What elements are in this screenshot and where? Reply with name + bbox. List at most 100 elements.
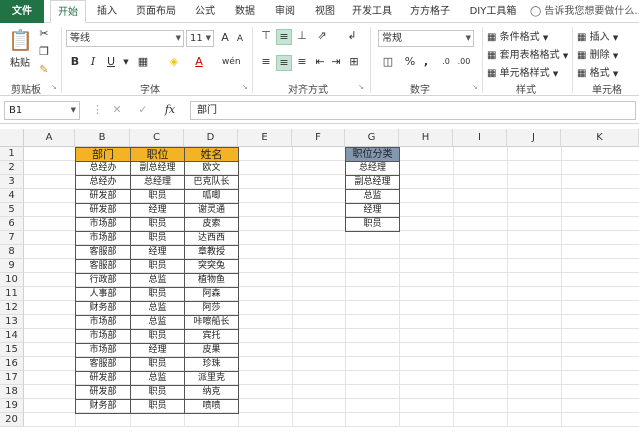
clipboard-launcher-icon[interactable]: ↘ [51, 83, 57, 91]
font-name-combo[interactable]: 等线 ▼ [66, 30, 184, 47]
row-header[interactable]: 5 [0, 203, 24, 217]
tab-page-layout[interactable]: 页面布局 [130, 0, 182, 23]
table-cell[interactable]: 行政部 [75, 273, 131, 288]
table-cell[interactable]: 副总经理 [130, 161, 185, 176]
align-middle-icon[interactable]: ≡ [276, 29, 292, 45]
chevron-down-icon[interactable]: ▼ [122, 55, 130, 69]
column-header-e[interactable]: E [238, 129, 292, 147]
table-cell[interactable]: 职员 [130, 385, 185, 400]
row-header[interactable]: 18 [0, 385, 24, 399]
table-cell[interactable]: 市场部 [75, 329, 131, 344]
drag-handle-icon[interactable]: ⋮ [92, 103, 103, 117]
align-center-icon[interactable]: ≡ [276, 55, 292, 71]
column-header-f[interactable]: F [292, 129, 345, 147]
table-cell[interactable]: 财务部 [75, 399, 131, 414]
column-header-a[interactable]: A [24, 129, 75, 147]
column-header-g[interactable]: G [345, 129, 399, 147]
table-cell[interactable]: 突突兔 [184, 259, 239, 274]
italic-button[interactable]: I [86, 55, 100, 69]
row-header[interactable]: 12 [0, 301, 24, 315]
number-format-combo[interactable]: 常规 ▼ [378, 30, 474, 47]
table-cell[interactable]: 研发部 [75, 203, 131, 218]
tab-insert[interactable]: 插入 [90, 0, 124, 23]
row-header[interactable]: 14 [0, 329, 24, 343]
table-cell[interactable]: 皮果 [184, 343, 239, 358]
table-cell[interactable]: 职员 [130, 189, 185, 204]
table-cell[interactable]: 总经理 [130, 175, 185, 190]
category-cell[interactable]: 总经理 [345, 161, 400, 176]
enter-icon[interactable]: ✓ [136, 103, 150, 117]
table-cell[interactable]: 植物鱼 [184, 273, 239, 288]
select-all-corner[interactable] [0, 129, 24, 147]
tab-file[interactable]: 文件 [0, 0, 44, 23]
table-cell[interactable]: 经理 [130, 245, 185, 260]
delete-cells-button[interactable]: ▦ 删除 ▼ [577, 46, 618, 61]
font-size-combo[interactable]: 11 ▼ [186, 30, 214, 47]
row-header[interactable]: 3 [0, 175, 24, 189]
decrease-decimal-icon[interactable]: .00 [456, 55, 472, 69]
merge-center-icon[interactable]: ⊞ [346, 55, 362, 69]
table-cell[interactable]: 职员 [130, 259, 185, 274]
row-header[interactable]: 19 [0, 399, 24, 413]
row-header[interactable]: 1 [0, 147, 24, 161]
cancel-icon[interactable]: ✕ [110, 103, 124, 117]
conditional-format-button[interactable]: ▦ 条件格式 ▼ [487, 28, 548, 43]
table-cell[interactable]: 达西西 [184, 231, 239, 246]
table-cell[interactable]: 研发部 [75, 385, 131, 400]
row-header[interactable]: 9 [0, 259, 24, 273]
table-cell[interactable]: 章教授 [184, 245, 239, 260]
table-cell[interactable]: 皮索 [184, 217, 239, 232]
tell-me-search[interactable]: ◯ 告诉我您想要做什么... [530, 0, 639, 23]
table-cell[interactable]: 市场部 [75, 315, 131, 330]
table-cell[interactable]: 总监 [130, 273, 185, 288]
cut-icon[interactable]: ✂ [37, 27, 51, 41]
table-cell[interactable]: 阿森 [184, 287, 239, 302]
category-header-cell[interactable]: 职位分类 [345, 147, 400, 162]
tab-data[interactable]: 数据 [228, 0, 262, 23]
insert-cells-button[interactable]: ▦ 插入 ▼ [577, 28, 618, 43]
row-header[interactable]: 2 [0, 161, 24, 175]
column-header-c[interactable]: C [130, 129, 184, 147]
row-header[interactable]: 6 [0, 217, 24, 231]
table-cell[interactable]: 财务部 [75, 301, 131, 316]
format-painter-icon[interactable]: ✎ [37, 63, 51, 77]
category-cell[interactable]: 职员 [345, 217, 400, 232]
tab-home[interactable]: 开始 [50, 0, 86, 23]
font-launcher-icon[interactable]: ↘ [242, 83, 248, 91]
table-cell[interactable]: 咔嚓船长 [184, 315, 239, 330]
borders-icon[interactable]: ▦ [136, 55, 150, 69]
table-cell[interactable]: 总监 [130, 371, 185, 386]
table-cell[interactable]: 职员 [130, 399, 185, 414]
align-top-icon[interactable]: ⊤ [258, 29, 274, 43]
row-header[interactable]: 15 [0, 343, 24, 357]
tab-view[interactable]: 视图 [308, 0, 342, 23]
table-cell[interactable]: 纳克 [184, 385, 239, 400]
increase-decimal-icon[interactable]: .0 [438, 55, 454, 69]
table-cell[interactable]: 宾托 [184, 329, 239, 344]
increase-indent-icon[interactable]: ⇥ [328, 55, 344, 69]
tab-developer[interactable]: 开发工具 [346, 0, 398, 23]
table-header-cell[interactable]: 职位 [130, 147, 185, 162]
row-header[interactable]: 20 [0, 413, 24, 427]
table-cell[interactable]: 阿莎 [184, 301, 239, 316]
tab-diy-toolbox[interactable]: DIY工具箱 [462, 0, 524, 23]
bold-button[interactable]: B [68, 55, 82, 69]
percent-button[interactable]: % [404, 55, 416, 69]
table-cell[interactable]: 总监 [130, 301, 185, 316]
table-cell[interactable]: 市场部 [75, 217, 131, 232]
table-cell[interactable]: 巴克队长 [184, 175, 239, 190]
table-cell[interactable]: 客服部 [75, 245, 131, 260]
table-cell[interactable]: 谢灵通 [184, 203, 239, 218]
table-cell[interactable]: 研发部 [75, 371, 131, 386]
wrap-text-icon[interactable]: ↲ [344, 29, 360, 43]
comma-button[interactable]: , [420, 55, 432, 69]
table-cell[interactable]: 研发部 [75, 189, 131, 204]
column-header-b[interactable]: B [75, 129, 130, 147]
align-left-icon[interactable]: ≡ [258, 55, 274, 69]
name-box[interactable]: B1 ▼ [4, 101, 80, 120]
column-header-k[interactable]: K [561, 129, 639, 147]
insert-function-button[interactable]: fx [162, 103, 178, 117]
grow-font-button[interactable]: A [218, 31, 232, 45]
column-header-h[interactable]: H [399, 129, 453, 147]
paste-button[interactable]: 粘贴 [10, 54, 30, 69]
